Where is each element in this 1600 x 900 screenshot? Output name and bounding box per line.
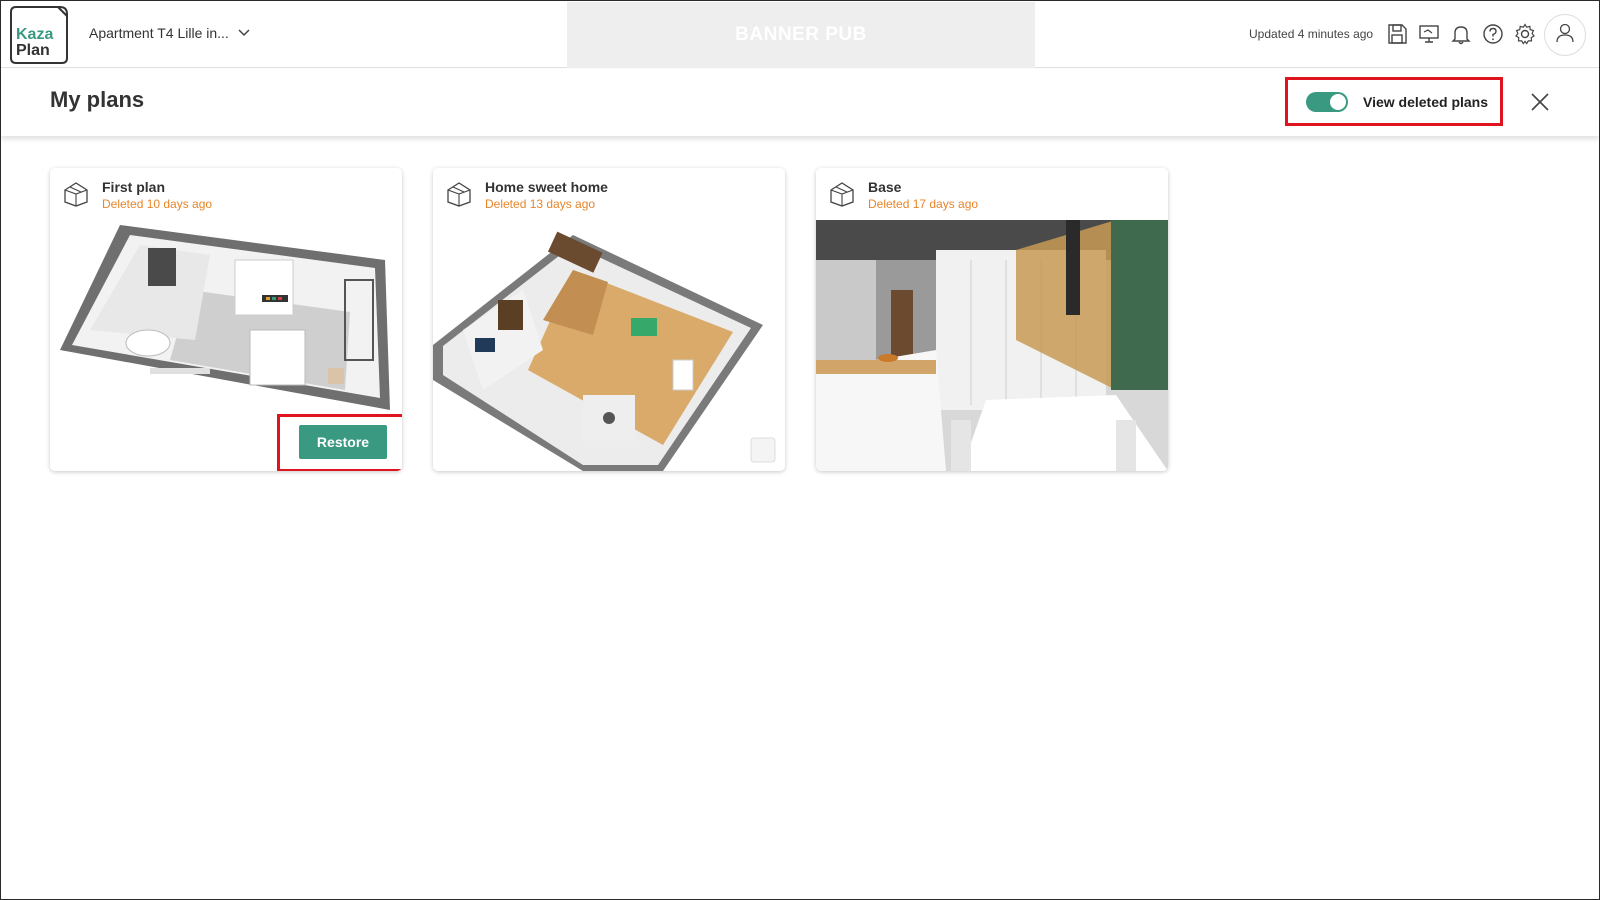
plan-thumbnail (816, 220, 1168, 471)
ad-banner: BANNER PUB (567, 2, 1035, 68)
plan-deleted-status: Deleted 17 days ago (868, 197, 979, 211)
toggle-knob (1330, 94, 1346, 110)
house-wireframe-icon (828, 180, 856, 208)
house-wireframe-icon (445, 180, 473, 208)
close-icon[interactable] (1525, 87, 1555, 117)
bell-icon[interactable] (1447, 20, 1475, 48)
plan-card[interactable]: Base Deleted 17 days ago (816, 168, 1168, 471)
deleted-plans-toggle-highlight: View deleted plans (1285, 77, 1503, 126)
logo-text-kaza: Kaza (16, 26, 53, 43)
plan-card-header: Base Deleted 17 days ago (816, 168, 1168, 220)
plan-title: First plan (102, 179, 166, 195)
plan-card[interactable]: First plan Deleted 10 days ago Restore (50, 168, 402, 471)
house-wireframe-icon (62, 180, 90, 208)
user-icon (1555, 22, 1575, 49)
plan-deleted-status: Deleted 10 days ago (102, 197, 213, 211)
restore-button-highlight: Restore (277, 414, 402, 471)
plan-thumbnail (433, 220, 785, 471)
user-avatar[interactable] (1544, 14, 1586, 56)
kazaplan-logo[interactable]: Kaza Plan (8, 4, 70, 66)
help-icon[interactable] (1479, 20, 1507, 48)
plan-card[interactable]: Home sweet home Deleted 13 days ago (433, 168, 785, 471)
plan-card-header: Home sweet home Deleted 13 days ago (433, 168, 785, 220)
plan-title: Home sweet home (485, 179, 608, 195)
plans-header: My plans View deleted plans (1, 69, 1599, 136)
plan-title: Base (868, 179, 902, 195)
plan-card-header: First plan Deleted 10 days ago (50, 168, 402, 220)
chevron-down-icon (237, 25, 251, 41)
gear-icon[interactable] (1511, 20, 1539, 48)
view-deleted-toggle[interactable] (1306, 92, 1348, 112)
banner-text: BANNER PUB (735, 24, 867, 45)
project-name: Apartment T4 Lille in... (89, 25, 229, 41)
logo-text-plan: Plan (16, 42, 50, 59)
updated-status: Updated 4 minutes ago (1249, 27, 1374, 41)
presentation-icon[interactable] (1415, 20, 1443, 48)
save-icon[interactable] (1383, 20, 1411, 48)
project-selector[interactable]: Apartment T4 Lille in... (89, 25, 251, 41)
restore-button[interactable]: Restore (299, 425, 387, 459)
page-title: My plans (50, 87, 145, 112)
view-deleted-label[interactable]: View deleted plans (1363, 94, 1488, 110)
plan-deleted-status: Deleted 13 days ago (485, 197, 596, 211)
top-bar: Kaza Plan Apartment T4 Lille in... BANNE… (1, 1, 1599, 68)
